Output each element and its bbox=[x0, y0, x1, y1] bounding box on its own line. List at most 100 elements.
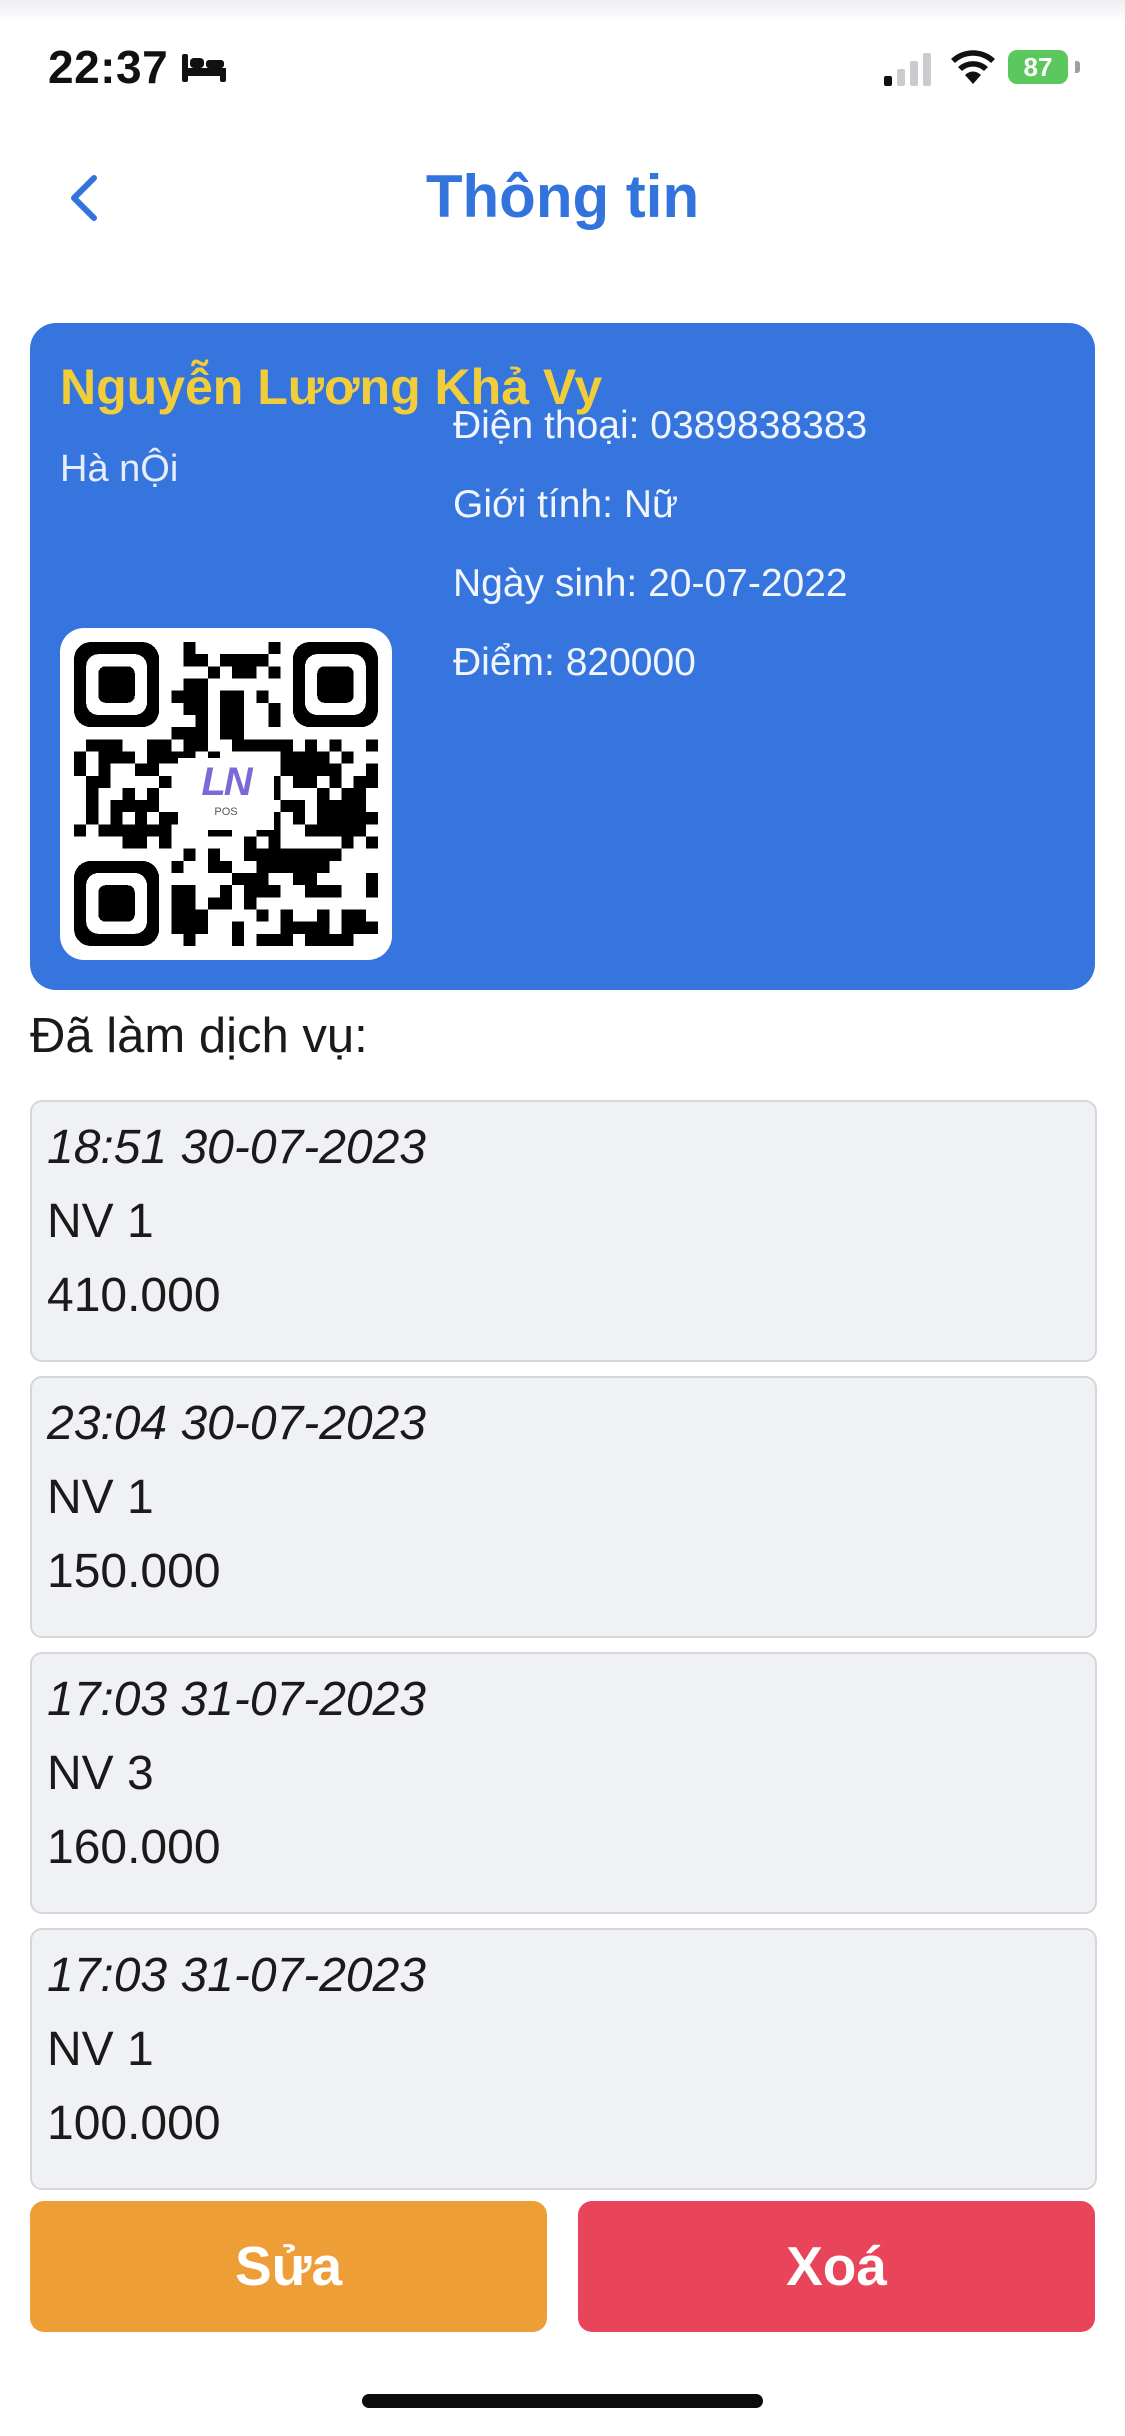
qr-module bbox=[171, 921, 184, 934]
service-amount: 410.000 bbox=[47, 1269, 221, 1322]
qr-module bbox=[256, 885, 269, 898]
qr-module bbox=[280, 933, 293, 946]
qr-module bbox=[365, 885, 378, 898]
qr-module bbox=[134, 812, 147, 825]
qr-module bbox=[183, 933, 196, 946]
qr-module bbox=[317, 763, 330, 776]
qr-module bbox=[305, 775, 318, 788]
qr-finder-pattern bbox=[98, 666, 135, 703]
qr-module bbox=[341, 921, 354, 934]
qr-module bbox=[232, 714, 245, 728]
qr-module bbox=[256, 860, 269, 874]
wifi-icon bbox=[951, 50, 995, 84]
qr-module bbox=[341, 836, 354, 849]
service-amount: 150.000 bbox=[47, 1545, 221, 1598]
qr-module bbox=[280, 739, 293, 752]
qr-module bbox=[159, 824, 172, 837]
qr-module bbox=[305, 739, 318, 752]
qr-module bbox=[159, 775, 172, 788]
qr-module bbox=[122, 751, 135, 764]
qr-module bbox=[292, 800, 306, 813]
qr-module bbox=[98, 763, 111, 776]
qr-module bbox=[329, 775, 342, 788]
qr-module bbox=[159, 751, 172, 764]
qr-module bbox=[98, 824, 111, 837]
qr-module bbox=[244, 739, 257, 752]
service-item[interactable]: 17:03 31-07-2023 NV 1 100.000 bbox=[30, 1928, 1097, 2190]
qr-module bbox=[317, 812, 330, 825]
qr-logo-subtext: POS bbox=[214, 806, 238, 818]
qr-module bbox=[207, 860, 220, 874]
qr-module bbox=[219, 885, 233, 898]
battery-icon: 87 bbox=[1008, 50, 1080, 84]
qr-module bbox=[219, 702, 233, 715]
qr-module bbox=[98, 751, 111, 764]
qr-module bbox=[317, 885, 330, 898]
gender-label: Giới tính: bbox=[453, 483, 613, 526]
service-time: 18:51 30-07-2023 bbox=[47, 1121, 426, 1174]
qr-module bbox=[317, 933, 330, 946]
phone-label: Điện thoại: bbox=[453, 404, 640, 447]
qr-module bbox=[110, 812, 123, 825]
service-item[interactable]: 23:04 30-07-2023 NV 1 150.000 bbox=[30, 1376, 1097, 1638]
qr-module bbox=[256, 654, 269, 667]
edit-button[interactable]: Sửa bbox=[30, 2201, 547, 2332]
qr-module bbox=[86, 775, 99, 788]
qr-module bbox=[365, 775, 378, 788]
delete-button[interactable]: Xoá bbox=[578, 2201, 1095, 2332]
qr-module bbox=[317, 751, 330, 764]
qr-module bbox=[171, 897, 184, 910]
qr-module bbox=[292, 751, 306, 764]
qr-module bbox=[329, 848, 342, 861]
qr-module bbox=[353, 800, 366, 813]
qr-module bbox=[134, 800, 147, 813]
qr-module bbox=[98, 775, 111, 788]
qr-module bbox=[232, 654, 245, 667]
qr-module bbox=[195, 727, 208, 740]
qr-module bbox=[256, 848, 269, 861]
qr-module bbox=[232, 873, 245, 886]
qr-module bbox=[219, 690, 233, 703]
service-item[interactable]: 18:51 30-07-2023 NV 1 410.000 bbox=[30, 1100, 1097, 1362]
qr-module bbox=[183, 909, 196, 922]
qr-module bbox=[317, 909, 330, 922]
qr-module bbox=[341, 787, 354, 801]
qr-module bbox=[122, 787, 135, 801]
qr-module bbox=[146, 739, 160, 752]
phone-value: 0389838383 bbox=[650, 404, 868, 447]
service-item[interactable]: 17:03 31-07-2023 NV 3 160.000 bbox=[30, 1652, 1097, 1914]
qr-module bbox=[232, 690, 245, 703]
qr-module bbox=[317, 921, 330, 934]
qr-module bbox=[329, 812, 342, 825]
qr-module bbox=[195, 909, 208, 922]
qr-module bbox=[159, 836, 172, 849]
qr-module bbox=[329, 824, 342, 837]
services-section-label: Đã làm dịch vụ: bbox=[30, 1009, 368, 1063]
qr-module bbox=[74, 763, 87, 776]
qr-module bbox=[195, 702, 208, 715]
qr-module bbox=[353, 824, 366, 837]
qr-module bbox=[292, 860, 306, 874]
qr-module bbox=[353, 787, 366, 801]
qr-module bbox=[98, 739, 111, 752]
qr-module bbox=[317, 824, 330, 837]
qr-module bbox=[219, 714, 233, 728]
qr-module bbox=[86, 787, 99, 801]
qr-module bbox=[268, 666, 281, 679]
qr-module bbox=[365, 812, 378, 825]
qr-module bbox=[171, 727, 184, 740]
qr-module bbox=[353, 775, 366, 788]
qr-module bbox=[171, 860, 184, 874]
service-amount: 160.000 bbox=[47, 1821, 221, 1874]
battery-tip bbox=[1075, 61, 1080, 73]
qr-module bbox=[171, 885, 184, 898]
qr-module bbox=[280, 848, 293, 861]
qr-module bbox=[207, 848, 220, 861]
customer-address: Hà nỘi bbox=[60, 448, 179, 490]
qr-module bbox=[146, 824, 160, 837]
qr-module bbox=[317, 848, 330, 861]
sleep-focus-icon bbox=[182, 54, 226, 82]
qr-module bbox=[305, 763, 318, 776]
qr-module bbox=[365, 873, 378, 886]
qr-module bbox=[292, 812, 306, 825]
